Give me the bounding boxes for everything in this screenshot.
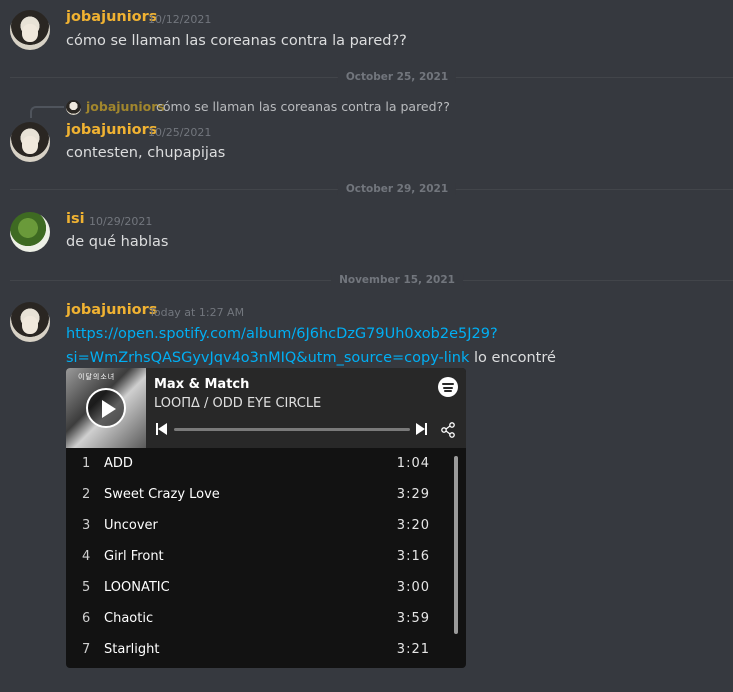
scrollbar[interactable] (454, 456, 458, 634)
avatar[interactable] (10, 212, 50, 252)
message-timestamp: 10/12/2021 (148, 13, 212, 26)
album-cover-text: 이달의소녀 (78, 373, 116, 381)
play-icon[interactable] (86, 388, 126, 428)
track-number: 4 (82, 549, 91, 564)
track-row[interactable]: 4 Girl Front 3:16 (66, 541, 456, 572)
date-divider-label: October 25, 2021 (337, 71, 457, 83)
message-timestamp: 10/29/2021 (89, 215, 153, 228)
album-cover[interactable]: 이달의소녀 (66, 368, 146, 448)
spotify-embed: 이달의소녀 Max & Match LOOΠΔ / ODD EYE CIRCLE… (66, 368, 466, 668)
message-timestamp: Today at 1:27 AM (149, 306, 245, 319)
track-number: 5 (82, 580, 91, 595)
track-duration: 1:04 (396, 456, 430, 471)
avatar[interactable] (10, 122, 50, 162)
reply-username[interactable]: jobajuniors (86, 99, 165, 114)
track-row[interactable]: 3 Uncover 3:20 (66, 510, 456, 541)
track-row[interactable]: 5 LOONATIC 3:00 (66, 572, 456, 603)
track-row[interactable]: 7 Starlight 3:21 (66, 634, 456, 665)
spotify-link[interactable]: https://open.spotify.com/album/6J6hcDzG7… (66, 326, 498, 342)
reply-preview[interactable]: cómo se llaman las coreanas contra la pa… (156, 99, 450, 114)
track-duration: 3:20 (396, 518, 430, 533)
track-duration: 3:00 (396, 580, 430, 595)
album-artist[interactable]: LOOΠΔ / ODD EYE CIRCLE (154, 396, 321, 411)
track-name: Chaotic (104, 611, 154, 626)
date-divider-label: October 29, 2021 (337, 183, 457, 195)
track-name: Girl Front (104, 549, 164, 564)
track-number: 2 (82, 487, 91, 502)
username[interactable]: jobajuniors (66, 302, 157, 318)
message-text: lo encontré (474, 350, 556, 366)
reply-avatar[interactable] (66, 100, 81, 115)
track-duration: 3:21 (396, 642, 430, 657)
track-name: Sweet Crazy Love (104, 487, 220, 502)
share-icon[interactable] (440, 422, 456, 438)
track-name: ADD (104, 456, 133, 471)
username[interactable]: jobajuniors (66, 122, 157, 138)
spotify-link-continued[interactable]: si=WmZrhsQASGyvJqv4o3nMIQ&utm_source=cop… (66, 350, 469, 366)
track-number: 3 (82, 518, 91, 533)
spotify-logo-icon[interactable] (438, 377, 458, 397)
track-row[interactable]: 2 Sweet Crazy Love 3:29 (66, 479, 456, 510)
track-row[interactable]: 6 Chaotic 3:59 (66, 603, 456, 634)
previous-track-icon[interactable] (156, 423, 168, 435)
next-track-icon[interactable] (416, 423, 428, 435)
track-list: 1 ADD 1:04 2 Sweet Crazy Love 3:29 3 Unc… (66, 448, 466, 668)
progress-bar[interactable] (174, 428, 410, 431)
username[interactable]: jobajuniors (66, 9, 157, 25)
date-divider-label: November 15, 2021 (331, 274, 463, 286)
track-number: 6 (82, 611, 91, 626)
message-timestamp: 10/25/2021 (148, 126, 212, 139)
track-name: Starlight (104, 642, 160, 657)
message-content: contesten, chupapijas (66, 145, 226, 161)
track-duration: 3:16 (396, 549, 430, 564)
username[interactable]: isi (66, 211, 85, 227)
track-row[interactable]: 1 ADD 1:04 (66, 448, 456, 479)
avatar[interactable] (10, 302, 50, 342)
track-duration: 3:29 (396, 487, 430, 502)
message-content: https://open.spotify.com/album/6J6hcDzG7… (66, 322, 556, 370)
album-title[interactable]: Max & Match (154, 377, 249, 392)
track-duration: 3:59 (396, 611, 430, 626)
spotify-header: 이달의소녀 Max & Match LOOΠΔ / ODD EYE CIRCLE (66, 368, 466, 448)
track-number: 7 (82, 642, 91, 657)
avatar[interactable] (10, 10, 50, 50)
track-name: LOONATIC (104, 580, 170, 595)
track-number: 1 (82, 456, 91, 471)
message-content: de qué hablas (66, 234, 169, 250)
track-name: Uncover (104, 518, 158, 533)
reply-connector (30, 106, 64, 118)
message-content: cómo se llaman las coreanas contra la pa… (66, 33, 407, 49)
